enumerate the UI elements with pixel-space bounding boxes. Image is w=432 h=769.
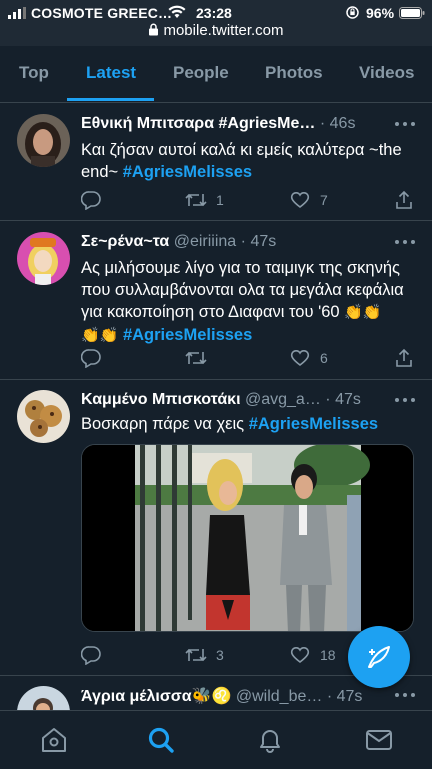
battery-icon [399, 7, 425, 19]
tweet-header: Σε~ρένα~τα @eiriiina · 47s [81, 233, 277, 250]
tweet-actions: 1 7 [81, 189, 421, 211]
like-count: 7 [320, 192, 328, 208]
battery-percent: 96% [366, 5, 395, 21]
avatar[interactable] [17, 390, 70, 443]
retweet-icon [185, 193, 207, 207]
signal-icon [8, 7, 26, 19]
display-name[interactable]: Σε~ρένα~τα [81, 233, 169, 250]
search-tabs: Top Latest People Photos Videos [0, 46, 432, 103]
tweet-time[interactable]: 47s [250, 233, 276, 250]
active-tab-indicator [67, 98, 154, 101]
tweet-time[interactable]: 46s [330, 115, 356, 132]
user-handle[interactable]: @avg_a… [245, 391, 321, 408]
display-name[interactable]: Άγρια μέλισσα🐝♌ [81, 688, 231, 705]
url-text: mobile.twitter.com [163, 22, 284, 39]
tab-people[interactable]: People [173, 63, 229, 83]
tab-videos[interactable]: Videos [359, 63, 414, 83]
like-count: 6 [320, 350, 328, 366]
retweet-icon [185, 648, 207, 662]
lock-icon [149, 23, 159, 36]
avatar[interactable] [17, 686, 70, 710]
retweet-count: 3 [216, 647, 224, 663]
wifi-icon [168, 5, 186, 18]
tab-latest[interactable]: Latest [86, 63, 136, 83]
more-options-icon[interactable] [393, 690, 417, 700]
url-bar[interactable]: mobile.twitter.com [0, 22, 432, 42]
more-options-icon[interactable] [393, 119, 417, 129]
heart-icon [290, 647, 310, 664]
reply-icon [81, 349, 101, 368]
avatar[interactable] [17, 114, 70, 167]
clap-emoji: 👏👏 [344, 304, 382, 321]
compose-feather-icon [368, 646, 390, 668]
clap-emoji: 👏👏 [81, 327, 119, 344]
tweet-video[interactable] [81, 444, 414, 632]
display-name[interactable]: Καμμένο Μπισκοτάκι [81, 391, 241, 408]
tab-top[interactable]: Top [19, 63, 49, 83]
tweet-text: Και ζήσαν αυτοί καλά κι εμείς καλύτερα ~… [81, 141, 402, 181]
heart-icon [290, 350, 310, 367]
tweet-time[interactable]: 47s [337, 688, 363, 705]
clock: 23:28 [196, 5, 232, 21]
reply-icon [81, 191, 101, 210]
avatar[interactable] [17, 232, 70, 285]
tweet-text: Ας μιλήσουμε λίγο για το ταιμιγκ της σκη… [81, 259, 404, 344]
tweet-header: Καμμένο Μπισκοτάκι @avg_a… · 47s [81, 391, 361, 408]
user-handle[interactable]: @wild_be… [236, 688, 323, 705]
more-options-icon[interactable] [393, 395, 417, 405]
tweet-text: Βοσκαρη πάρε να χεις #AgriesMelisses [81, 415, 379, 433]
notifications-icon[interactable] [255, 725, 285, 755]
messages-icon[interactable] [364, 725, 394, 755]
hashtag-link[interactable]: #AgriesMelisses [123, 163, 252, 181]
hashtag-link[interactable]: #AgriesMelisses [249, 415, 378, 433]
reply-icon [81, 646, 101, 665]
tweet[interactable]: Εθνική Μπιτσαρα #AgriesMe… · 46s Και ζήσ… [0, 103, 432, 221]
display-name[interactable]: Εθνική Μπιτσαρα #AgriesMe… [81, 115, 315, 132]
share-icon [396, 348, 412, 367]
heart-icon [290, 192, 310, 209]
retweet-icon [185, 351, 207, 365]
like-count: 18 [320, 647, 336, 663]
bottom-navigation [0, 710, 432, 769]
hashtag-link[interactable]: #AgriesMelisses [123, 326, 252, 344]
home-icon[interactable] [39, 725, 69, 755]
tweet-time[interactable]: 47s [335, 391, 361, 408]
search-icon[interactable] [146, 725, 176, 755]
tweet[interactable]: Σε~ρένα~τα @eiriiina · 47s Ας μιλήσουμε … [0, 221, 432, 380]
video-thumbnail [82, 445, 413, 631]
more-options-icon[interactable] [393, 237, 417, 247]
tweet-header: Άγρια μέλισσα🐝♌ @wild_be… · 47s [81, 688, 363, 705]
carrier-name: COSMOTE GREEC… [31, 5, 173, 21]
status-bar: COSMOTE GREEC… 23:28 96% mobile.twitter.… [0, 0, 432, 46]
retweet-count: 1 [216, 192, 224, 208]
tweet-actions: 6 [81, 347, 421, 369]
user-handle[interactable]: @eiriiina [174, 233, 236, 250]
tab-photos[interactable]: Photos [265, 63, 323, 83]
rotation-lock-icon [346, 6, 359, 19]
compose-tweet-button[interactable] [348, 626, 410, 688]
tweet-header: Εθνική Μπιτσαρα #AgriesMe… · 46s [81, 115, 356, 132]
share-icon [396, 190, 412, 209]
